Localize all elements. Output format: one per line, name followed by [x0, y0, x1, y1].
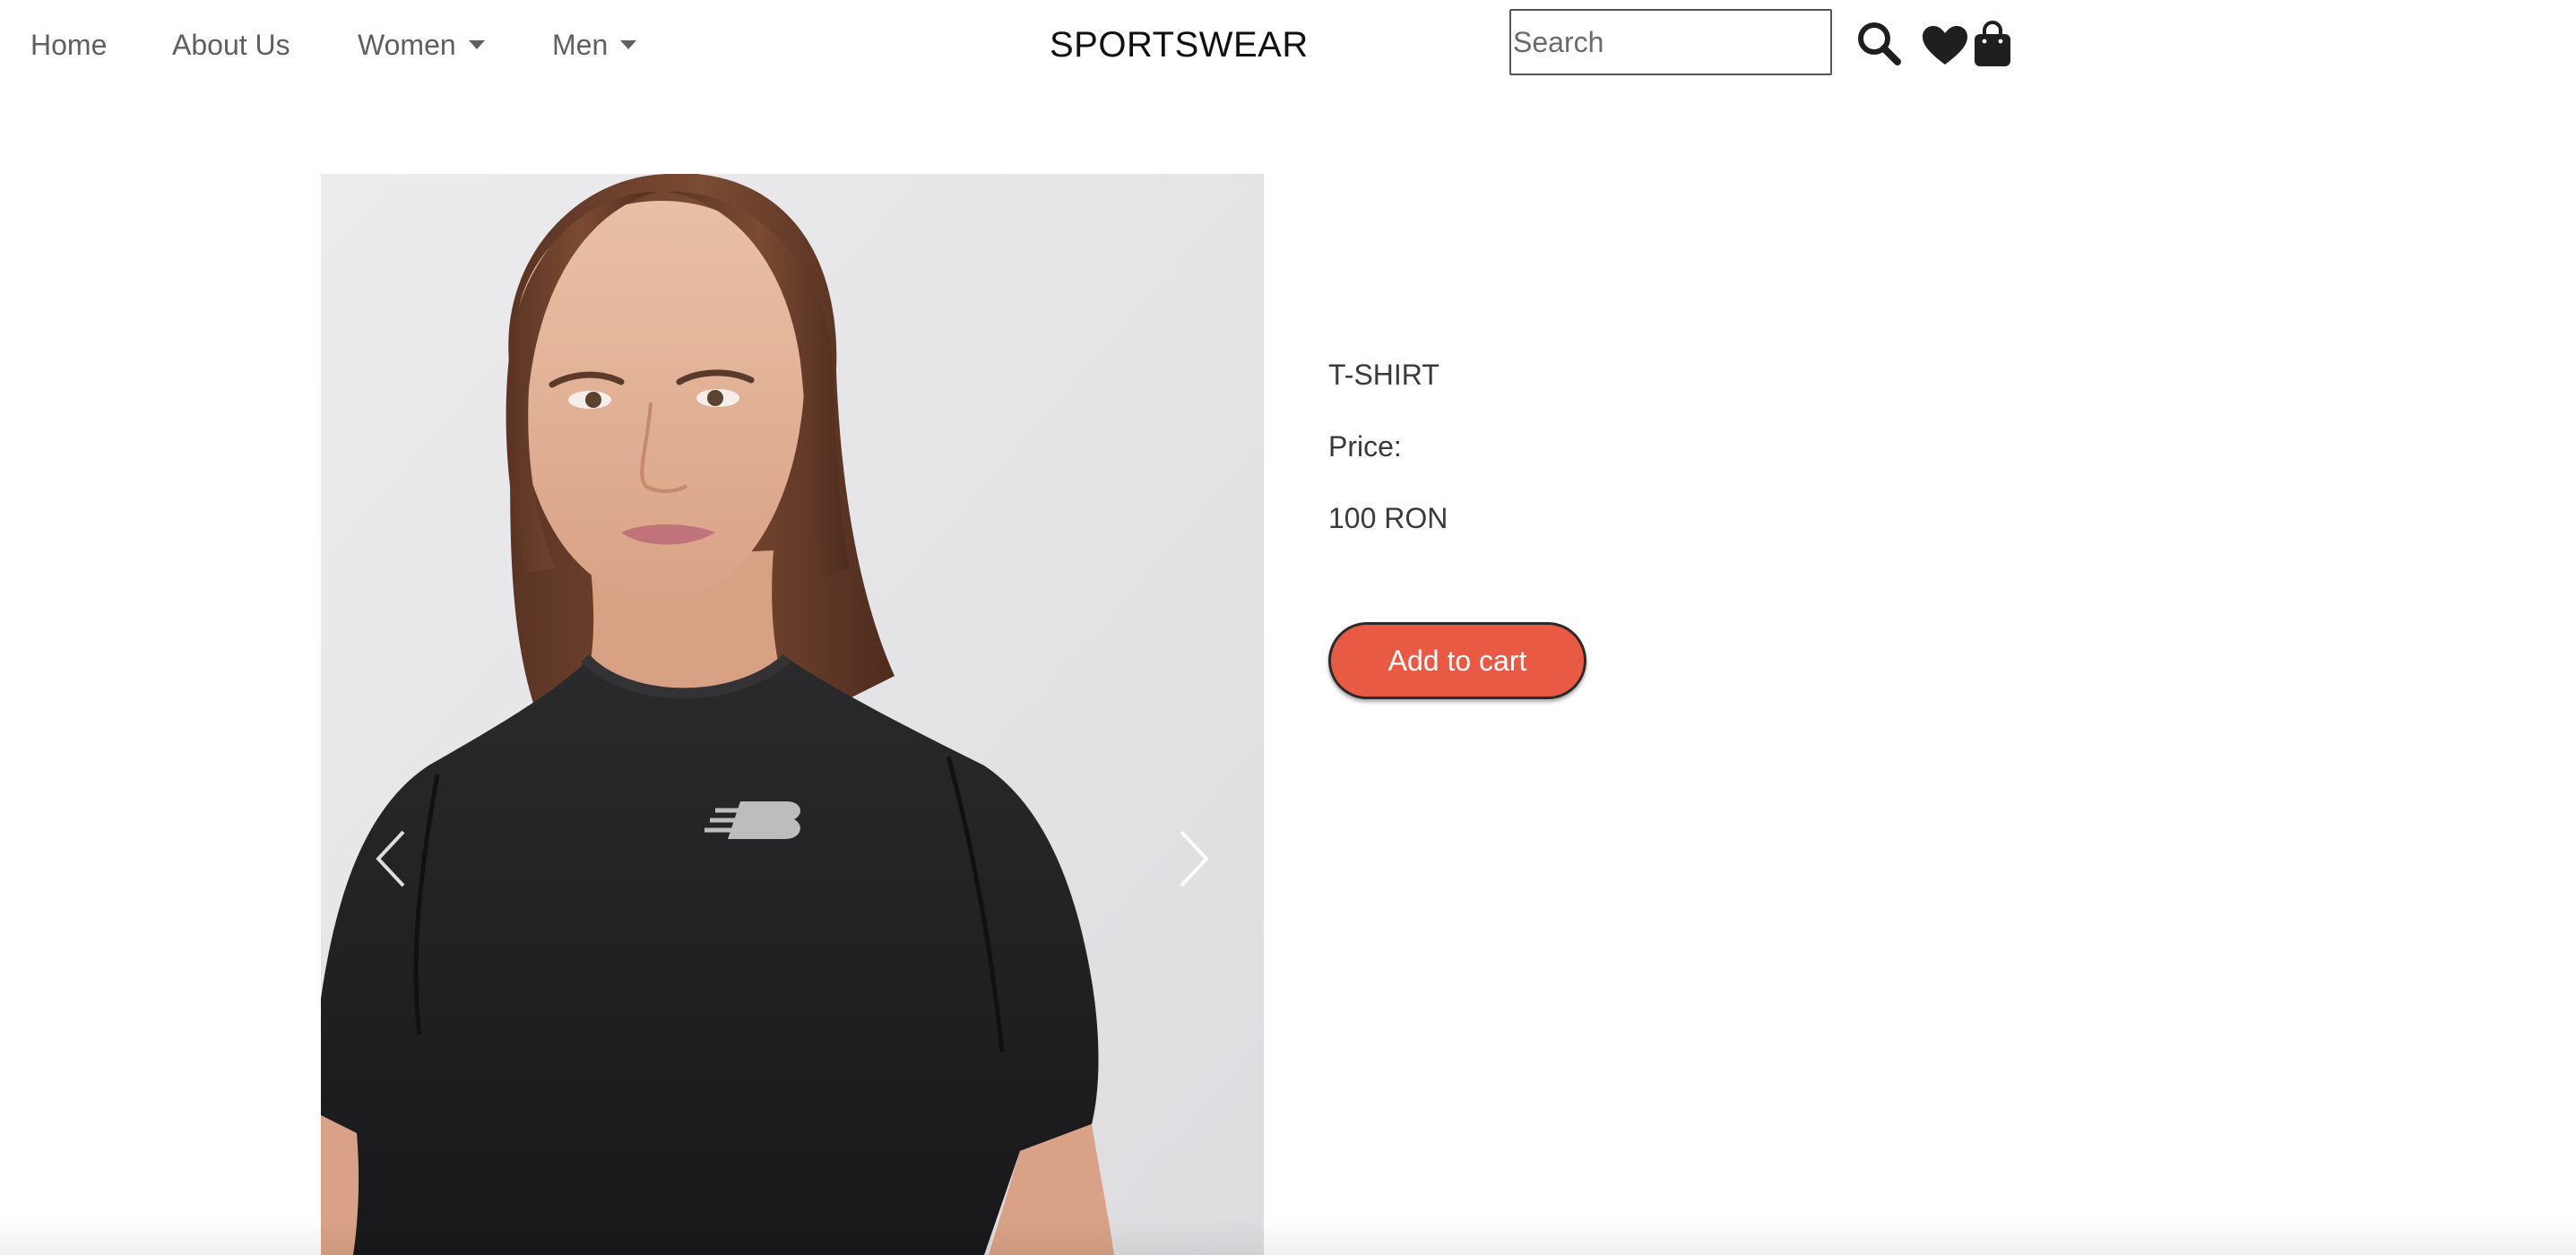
- product-image-carousel: [321, 174, 1264, 1255]
- search-icon[interactable]: [1855, 20, 1902, 66]
- nav-women-dropdown[interactable]: Women: [358, 27, 485, 63]
- chevron-right-icon[interactable]: [1165, 823, 1219, 895]
- product-photo: [321, 174, 1264, 1255]
- nav-men-dropdown[interactable]: Men: [552, 27, 637, 63]
- add-to-cart-button[interactable]: Add to cart: [1328, 622, 1586, 699]
- shopping-bag-icon[interactable]: [1972, 20, 2013, 68]
- price-label: Price:: [1328, 430, 1402, 463]
- nav-women-label: Women: [358, 29, 456, 61]
- product-name: T-SHIRT: [1328, 359, 1439, 391]
- heart-icon[interactable]: [1922, 25, 1968, 66]
- nav-about-link[interactable]: About Us: [172, 27, 290, 63]
- chevron-left-icon[interactable]: [366, 823, 419, 895]
- product-page: Home About Us Women Men SPORTSWEAR Searc…: [0, 0, 2576, 1255]
- search-input[interactable]: [1509, 9, 1832, 75]
- navbar: Home About Us Women Men SPORTSWEAR: [0, 0, 2576, 90]
- nav-home-link[interactable]: Home: [30, 27, 107, 63]
- price-value: 100 RON: [1328, 502, 1448, 534]
- caret-down-icon: [620, 40, 637, 49]
- brand-title[interactable]: SPORTSWEAR: [1050, 23, 1309, 66]
- caret-down-icon: [468, 40, 485, 49]
- nav-men-label: Men: [552, 29, 609, 61]
